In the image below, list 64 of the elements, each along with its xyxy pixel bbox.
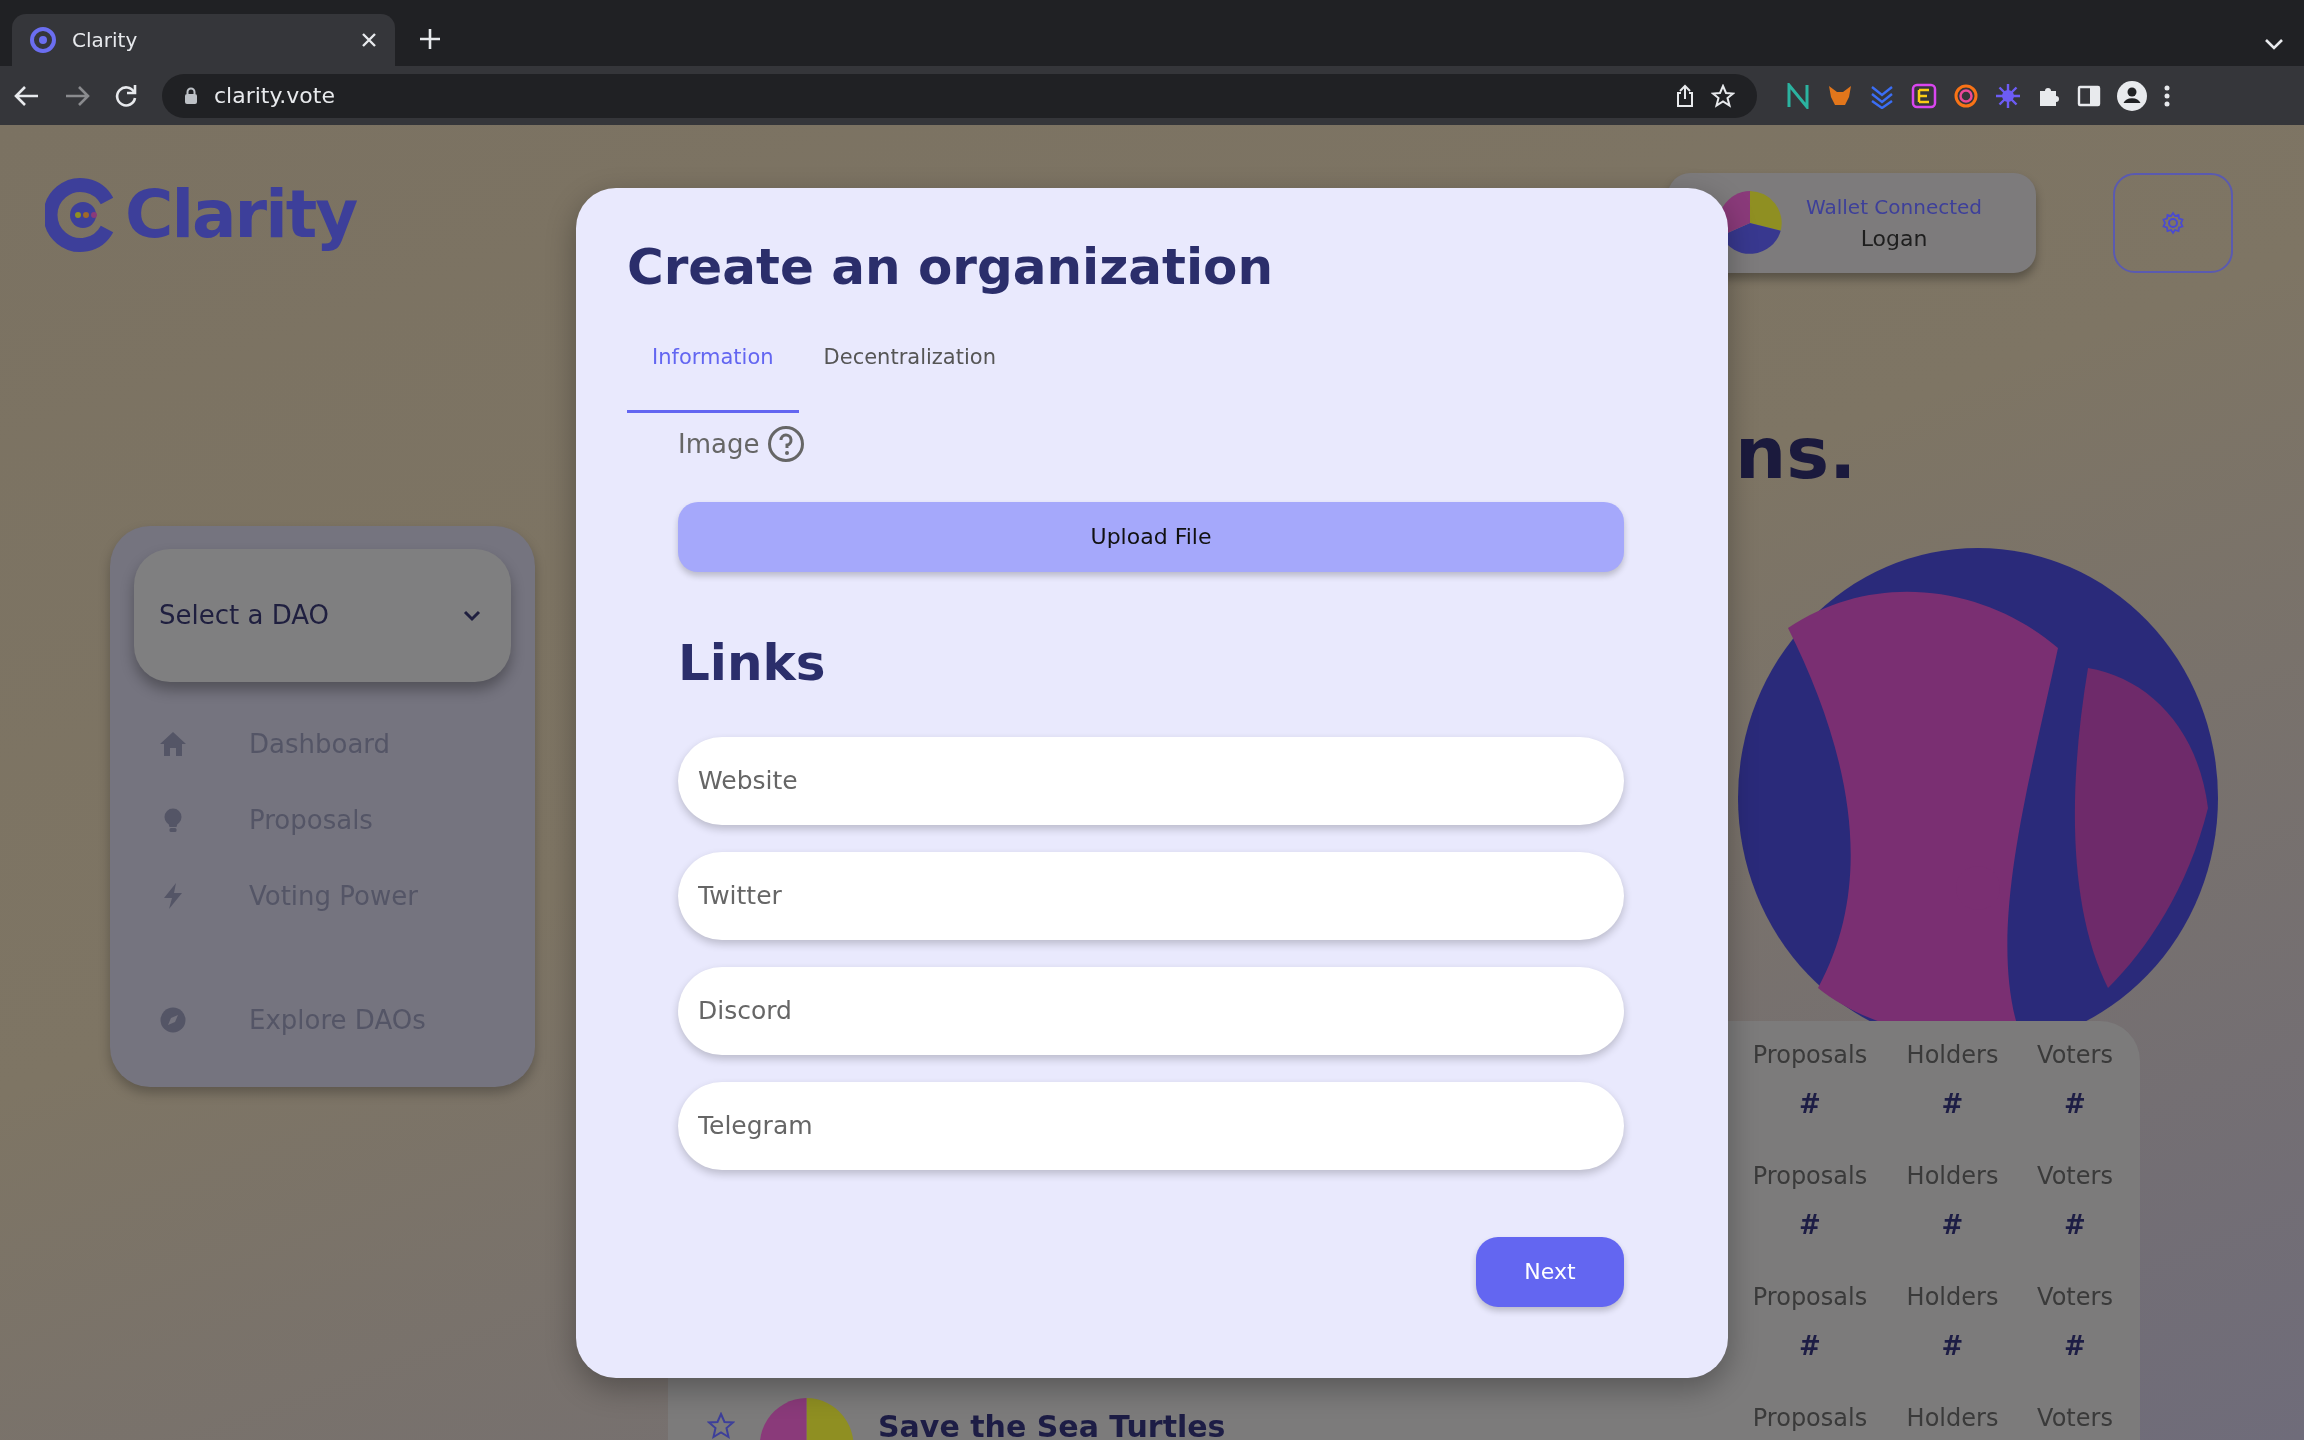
dialog-title: Create an organization — [627, 237, 1275, 298]
stat-label: Holders — [1905, 1040, 2000, 1071]
links-heading: Links — [678, 632, 827, 694]
stat-value: # — [1940, 1088, 1965, 1121]
browser-tab[interactable]: Clarity — [12, 14, 395, 66]
share-icon[interactable] — [1675, 83, 1695, 108]
ring-icon[interactable] — [1953, 82, 1979, 109]
address-bar[interactable]: clarity.vote — [162, 73, 1757, 118]
stat-label: Voters — [2036, 1282, 2114, 1313]
link-input-field[interactable]: Discord — [678, 966, 1624, 1055]
favicon-icon — [30, 27, 56, 53]
stat-value: # — [1798, 1209, 1822, 1242]
stat-value: # — [2063, 1209, 2087, 1242]
new-tab-icon[interactable] — [419, 28, 441, 50]
stat-label: Holders — [1905, 1403, 2000, 1434]
dialog-tab[interactable]: Decentralization — [798, 322, 1021, 413]
wallet-name: Logan — [1859, 224, 1929, 253]
chevron-down-icon — [463, 609, 481, 622]
home-icon — [159, 730, 187, 758]
stat-label: Holders — [1905, 1282, 2000, 1313]
forward-icon[interactable] — [64, 84, 90, 107]
stat-label: Holders — [1905, 1161, 2000, 1192]
tab-list-icon[interactable] — [2264, 38, 2284, 50]
dialog-tab[interactable]: Information — [627, 322, 799, 413]
stat-label: Voters — [2036, 1040, 2114, 1071]
close-icon[interactable] — [361, 32, 377, 48]
reload-icon[interactable] — [114, 83, 138, 108]
back-icon[interactable] — [14, 84, 40, 107]
stat-label: Proposals — [1751, 1161, 1869, 1192]
help-icon[interactable] — [767, 425, 806, 463]
stat-label: Proposals — [1751, 1403, 1869, 1434]
dao-select[interactable]: Select a DAO — [134, 549, 511, 682]
link-input-field[interactable]: Telegram — [678, 1081, 1624, 1170]
compass-icon — [159, 1006, 187, 1034]
square-logo-icon[interactable] — [1911, 82, 1937, 109]
bookmark-star-icon[interactable] — [1711, 83, 1735, 108]
side-panel-icon[interactable] — [2077, 84, 2101, 107]
stat-label: Voters — [2036, 1403, 2114, 1434]
image-label: Image — [678, 427, 760, 461]
stat-value: # — [1940, 1330, 1965, 1363]
hero-heading: ns. — [1735, 410, 1857, 497]
menu-icon[interactable] — [2163, 83, 2171, 108]
stat-value: # — [1798, 1088, 1822, 1121]
settings-icon — [2161, 211, 2185, 235]
logo-text: Clarity — [125, 175, 357, 255]
stat-value: # — [1798, 1330, 1822, 1363]
profile-icon[interactable] — [2117, 80, 2147, 111]
star-icon[interactable] — [707, 1412, 735, 1440]
next-button[interactable]: Next — [1476, 1236, 1624, 1307]
stat-label: Proposals — [1751, 1282, 1869, 1313]
stat-label: Proposals — [1751, 1040, 1869, 1071]
wallet-status: Wallet Connected — [1806, 193, 1983, 221]
tab-title: Clarity — [72, 27, 139, 54]
link-input-field[interactable]: Twitter — [678, 851, 1624, 940]
stat-value: # — [2063, 1330, 2087, 1363]
stat-label: Voters — [2036, 1161, 2114, 1192]
upload-file-button[interactable]: Upload File — [678, 501, 1624, 572]
extension-icon[interactable] — [1785, 82, 1811, 109]
sunburst-icon[interactable] — [1995, 82, 2021, 109]
dao-name[interactable]: Save the Sea Turtles — [878, 1404, 1226, 1440]
link-input-field[interactable]: Website — [678, 736, 1624, 825]
stat-value: # — [2063, 1088, 2087, 1121]
stat-value: # — [1940, 1209, 1965, 1242]
lock-icon — [184, 86, 198, 105]
